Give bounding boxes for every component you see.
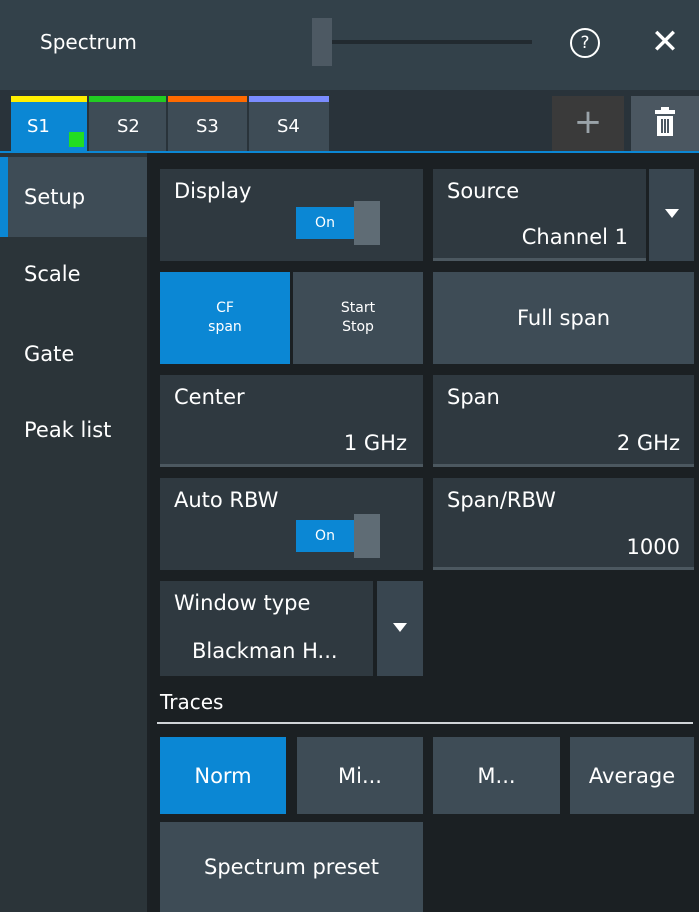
window-type-label: Window type [174, 591, 311, 615]
tab-s1[interactable]: S1 [11, 96, 87, 151]
center-label: Center [174, 385, 245, 409]
tab-label: S1 [27, 116, 50, 137]
help-icon[interactable]: ? [570, 28, 600, 58]
transparency-slider-handle[interactable] [312, 18, 332, 66]
toggle-on-label: On [296, 207, 354, 239]
start-stop-line1: Start [340, 300, 376, 316]
tab-color-bar [89, 96, 166, 102]
start-stop-button[interactable]: Start Stop [293, 272, 423, 364]
title-bar: Spectrum ? ✕ [0, 0, 699, 90]
field-underline [433, 464, 694, 467]
center-value: 1 GHz [343, 431, 407, 455]
span-rbw-field[interactable]: Span/RBW 1000 [433, 478, 694, 570]
chevron-down-icon [393, 623, 407, 632]
nav-item-scale[interactable]: Scale [0, 237, 147, 317]
auto-rbw-field[interactable]: Auto RBW On [160, 478, 423, 570]
traces-divider [157, 722, 693, 724]
cf-span-button[interactable]: CF span [160, 272, 290, 364]
trace-max-hold-button[interactable]: M... [433, 737, 560, 814]
dialog-title: Spectrum [40, 30, 137, 54]
tab-s3[interactable]: S3 [168, 96, 247, 151]
tab-label: S2 [117, 116, 140, 137]
window-type-value: Blackman H... [192, 639, 338, 663]
span-field[interactable]: Span 2 GHz [433, 375, 694, 467]
cf-span-line1: CF [216, 300, 234, 316]
chevron-down-icon [665, 209, 679, 218]
source-label: Source [447, 179, 520, 203]
tab-s2[interactable]: S2 [89, 96, 166, 151]
start-stop-line2: Stop [342, 319, 374, 335]
display-toggle[interactable]: On [296, 201, 384, 245]
close-icon[interactable]: ✕ [650, 24, 680, 60]
source-field[interactable]: Source Channel 1 [433, 169, 646, 261]
trace-norm-button[interactable]: Norm [160, 737, 286, 814]
center-field[interactable]: Center 1 GHz [160, 375, 423, 467]
tab-color-bar [249, 96, 329, 102]
tab-label: S3 [196, 116, 219, 137]
span-value: 2 GHz [616, 431, 680, 455]
field-underline [160, 464, 423, 467]
display-label: Display [174, 179, 252, 203]
window-type-dropdown-button[interactable] [377, 581, 423, 676]
tab-color-bar [11, 96, 87, 102]
auto-rbw-toggle[interactable]: On [296, 514, 384, 558]
add-button[interactable]: + [552, 96, 624, 151]
tab-s4[interactable]: S4 [249, 96, 329, 151]
auto-rbw-label: Auto RBW [174, 488, 279, 512]
toggle-knob [354, 514, 380, 558]
trash-icon [655, 107, 675, 136]
field-underline [433, 258, 646, 261]
delete-button[interactable] [631, 96, 699, 151]
nav-item-label: Gate [24, 342, 75, 366]
side-nav: Setup Scale Gate Peak list [0, 153, 147, 912]
tab-label: S4 [277, 116, 300, 137]
nav-item-peak-list[interactable]: Peak list [0, 397, 147, 477]
window-type-field[interactable]: Window type Blackman H... [160, 581, 373, 676]
spectrum-preset-button[interactable]: Spectrum preset [160, 822, 423, 912]
active-marker-icon [69, 132, 84, 147]
transparency-slider-track[interactable] [330, 40, 532, 44]
field-underline [433, 567, 694, 570]
span-rbw-label: Span/RBW [447, 488, 556, 512]
nav-item-label: Setup [24, 185, 86, 209]
tab-color-bar [168, 96, 247, 102]
nav-item-label: Peak list [24, 418, 112, 442]
span-label: Span [447, 385, 500, 409]
span-rbw-value: 1000 [626, 535, 680, 559]
trace-min-hold-button[interactable]: Mi... [297, 737, 423, 814]
source-value: Channel 1 [521, 225, 628, 249]
nav-item-gate[interactable]: Gate [0, 317, 147, 397]
display-field[interactable]: Display On [160, 169, 423, 261]
nav-item-setup[interactable]: Setup [0, 157, 147, 237]
trace-average-button[interactable]: Average [570, 737, 694, 814]
full-span-button[interactable]: Full span [433, 272, 694, 364]
traces-section-label: Traces [160, 690, 224, 714]
nav-item-label: Scale [24, 262, 81, 286]
source-dropdown-button[interactable] [649, 169, 694, 261]
toggle-on-label: On [296, 520, 354, 552]
toggle-knob [354, 201, 380, 245]
cf-span-line2: span [208, 319, 242, 335]
